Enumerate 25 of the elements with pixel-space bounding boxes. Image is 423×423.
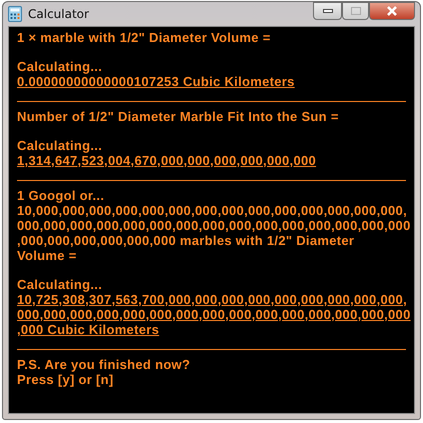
- question-text: 1 Googol or...: [17, 188, 106, 203]
- question-text: ,000,000,000,000,000,000 marbles with 1/2" Diameter: [17, 233, 356, 248]
- status-text: Calculating...: [17, 277, 104, 292]
- status-text: Calculating...: [17, 138, 104, 153]
- question-text: Number of 1/2" Diameter Marble Fit Into the Sun =: [17, 109, 340, 124]
- result-text: 10,725,308,307,563,700,000,000,000,000,000,000,000,000,000,: [17, 292, 408, 307]
- question-text: 1 × marble with 1/2" Diameter Volume =: [17, 30, 272, 45]
- maximize-icon: [350, 7, 360, 15]
- minimize-icon: [322, 9, 332, 13]
- prompt-text: Press [y] or [n]: [17, 372, 115, 387]
- question-text: 10,000,000,000,000,000,000,000,000,000,000,000,000,000,000,: [17, 203, 408, 218]
- calculator-icon: [8, 6, 22, 22]
- minimize-button[interactable]: [313, 2, 342, 20]
- question-text: 000,000,000,000,000,000,000,000,000,000,000,000,000,000,000: [17, 218, 412, 233]
- result-text: 1,314,647,523,004,670,000,000,000,000,000,000: [17, 153, 318, 168]
- window-title: Calculator: [28, 7, 90, 21]
- result-text: ,000 Cubic Kilometers: [17, 322, 160, 337]
- question-text: Volume =: [17, 248, 78, 263]
- prompt-text: P.S. Are you finished now?: [17, 357, 192, 372]
- status-text: Calculating...: [17, 59, 104, 74]
- close-button[interactable]: [369, 2, 415, 20]
- result-text: 000,000,000,000,000,000,000,000,000,000,000,000,000,000,000: [17, 307, 412, 322]
- close-icon: [386, 6, 398, 16]
- maximize-button[interactable]: [342, 2, 369, 20]
- result-text: 0.00000000000000107253 Cubic Kilometers: [17, 74, 296, 89]
